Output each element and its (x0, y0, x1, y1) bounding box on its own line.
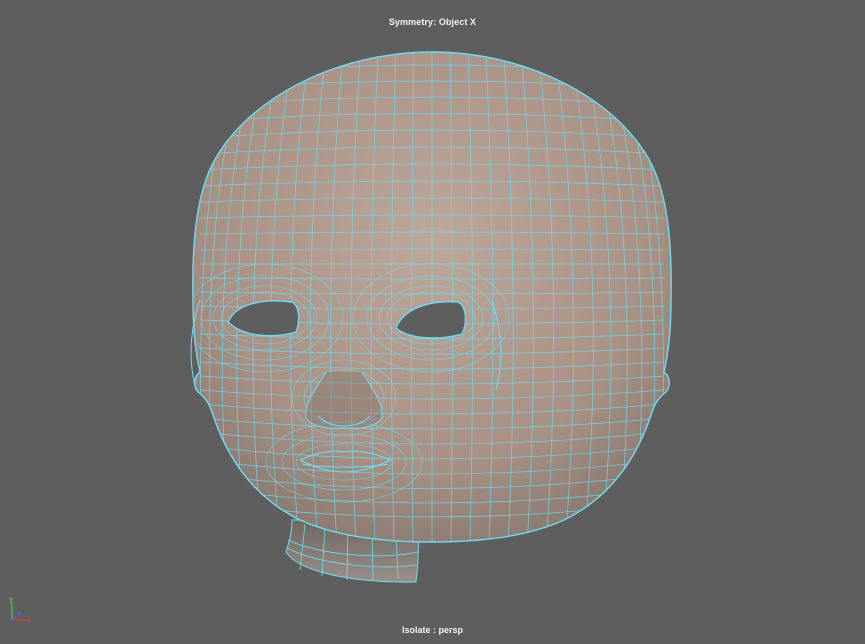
x-axis-label: x (27, 617, 31, 624)
perspective-viewport[interactable]: Symmetry: Object X y x z Isolate: persp (0, 0, 865, 644)
y-axis-label: y (9, 596, 13, 603)
isolate-hud-text: Isolate : persp (401, 625, 464, 635)
z-axis-label: z (17, 610, 21, 617)
head-mesh[interactable] (0, 0, 865, 644)
axis-gizmo: y x z (9, 596, 31, 624)
